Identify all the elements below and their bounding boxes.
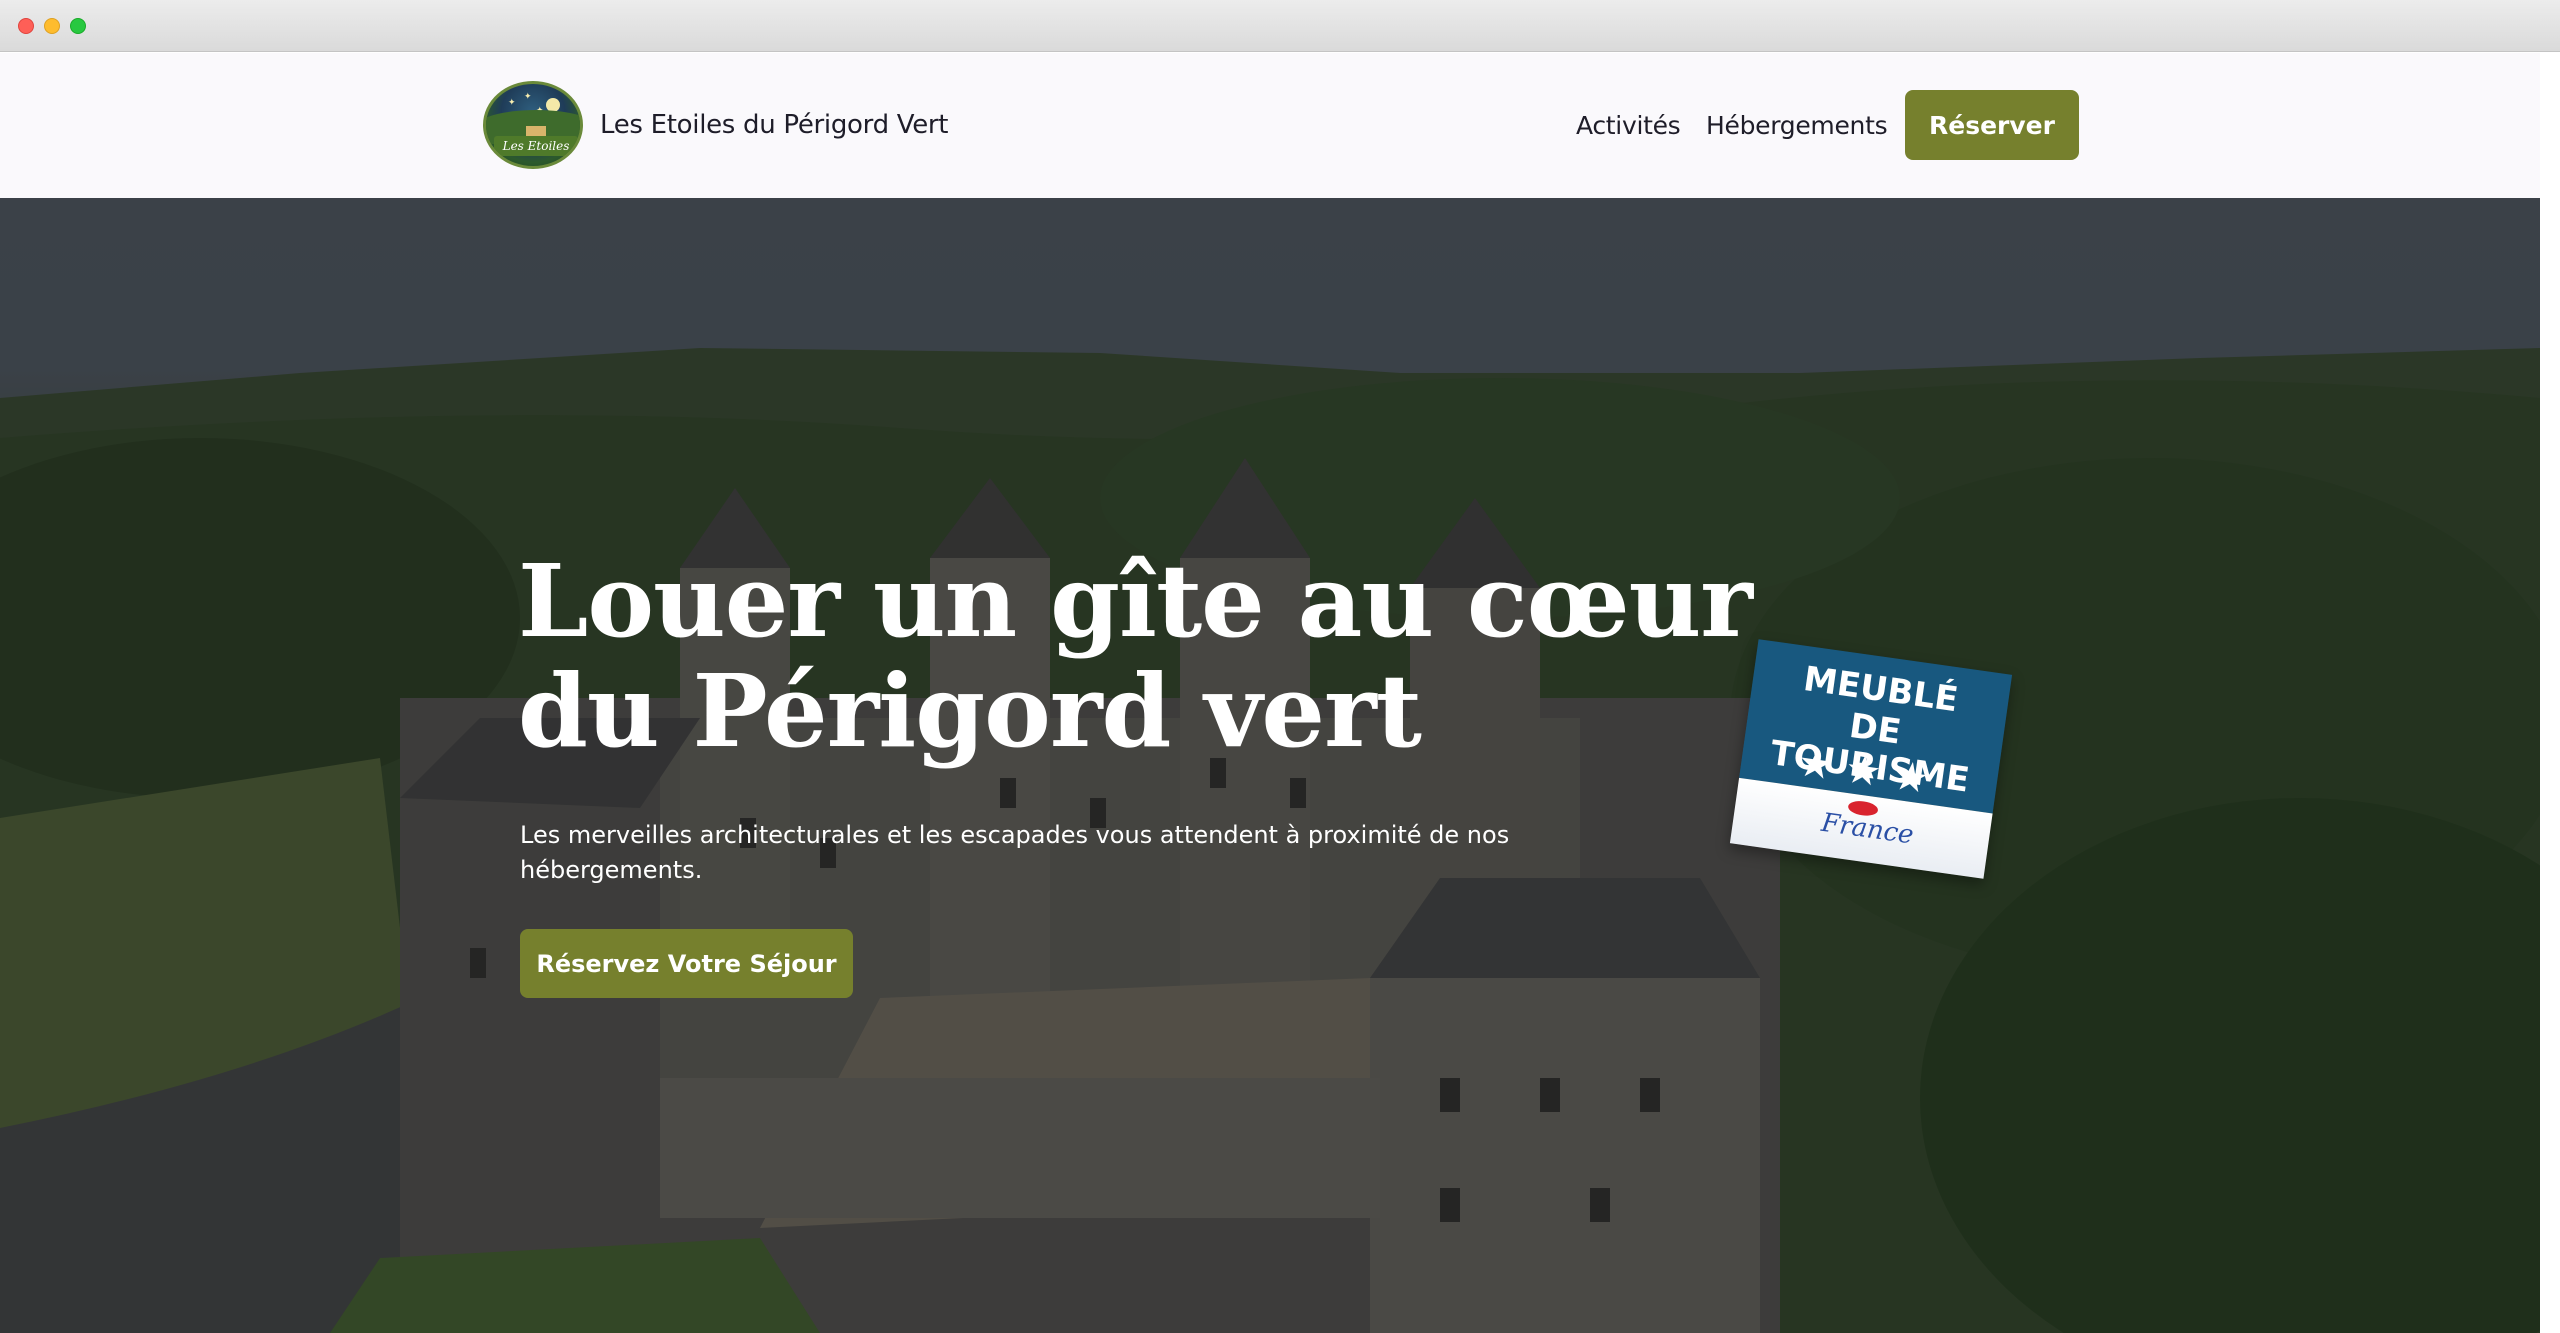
minimize-window-icon[interactable] xyxy=(44,18,60,34)
close-window-icon[interactable] xyxy=(18,18,34,34)
reservez-sejour-button[interactable]: Réservez Votre Séjour xyxy=(520,929,853,998)
nav-link-activites[interactable]: Activités xyxy=(1576,111,1681,140)
france-logo: France xyxy=(1819,807,1916,851)
hero-title-line-2: du Périgord vert xyxy=(518,652,1422,770)
site-logo[interactable]: ✦ ✦ ✦ ✦ Les Etoiles xyxy=(483,81,583,169)
browser-window-chrome xyxy=(0,0,2560,52)
star-icon: ✦ xyxy=(508,97,516,107)
hero-title: Louer un gîte au cœur du Périgord vert xyxy=(518,546,1818,766)
nav-link-hebergements[interactable]: Hébergements xyxy=(1706,111,1888,140)
logo-banner-text: Les Etoiles xyxy=(494,136,578,156)
hero-subtitle: Les merveilles architecturales et les es… xyxy=(520,821,1510,884)
star-icon: ✦ xyxy=(524,91,532,101)
site-header: ✦ ✦ ✦ ✦ Les Etoiles Les Etoiles du Périg… xyxy=(0,53,2540,198)
maximize-window-icon[interactable] xyxy=(70,18,86,34)
reserver-button[interactable]: Réserver xyxy=(1905,90,2079,160)
meuble-tourisme-badge: MEUBLÉ DE TOURISME ★★★ France xyxy=(1729,639,2013,879)
brand-name[interactable]: Les Etoiles du Périgord Vert xyxy=(600,110,948,140)
hero-section: Louer un gîte au cœur du Périgord vert L… xyxy=(0,198,2540,1333)
hero-title-line-1: Louer un gîte au cœur xyxy=(518,542,1753,660)
